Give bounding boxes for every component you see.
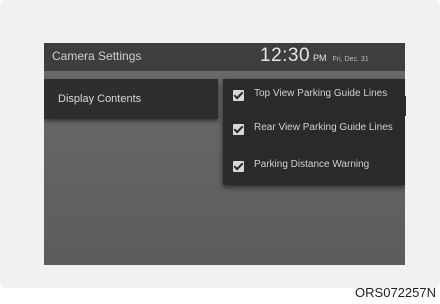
clock-ampm: PM xyxy=(313,53,327,63)
figure-code: ORS072257N xyxy=(355,285,436,300)
option-rear-view-guide-lines[interactable]: Rear View Parking Guide Lines xyxy=(233,122,404,135)
option-top-view-guide-lines[interactable]: Top View Parking Guide Lines xyxy=(233,88,404,101)
option-label: Rear View Parking Guide Lines xyxy=(254,122,393,133)
option-parking-distance-warning[interactable]: Parking Distance Warning xyxy=(233,159,404,172)
clock: 12:30 PM Fri, Dec. 31 xyxy=(260,45,369,67)
status-bar: Camera Settings 12:30 PM Fri, Dec. 31 xyxy=(44,43,405,71)
clock-date: Fri, Dec. 31 xyxy=(332,56,369,63)
page-title: Camera Settings xyxy=(52,49,142,63)
scroll-indicator xyxy=(403,96,406,116)
clock-time: 12:30 xyxy=(260,45,311,66)
infotainment-screen: Camera Settings 12:30 PM Fri, Dec. 31 Disp… xyxy=(44,43,405,265)
option-label: Top View Parking Guide Lines xyxy=(254,88,388,99)
menu-item-label: Display Contents xyxy=(58,93,142,105)
option-label: Parking Distance Warning xyxy=(254,159,370,170)
menu-item-display-contents[interactable]: Display Contents xyxy=(44,79,218,119)
display-frame: Camera Settings 12:30 PM Fri, Dec. 31 Disp… xyxy=(0,0,440,288)
checkbox-checked-icon[interactable] xyxy=(233,124,244,135)
options-dropdown: Top View Parking Guide Lines Rear View P… xyxy=(223,79,405,185)
checkbox-checked-icon[interactable] xyxy=(233,90,244,101)
checkbox-checked-icon[interactable] xyxy=(233,161,244,172)
